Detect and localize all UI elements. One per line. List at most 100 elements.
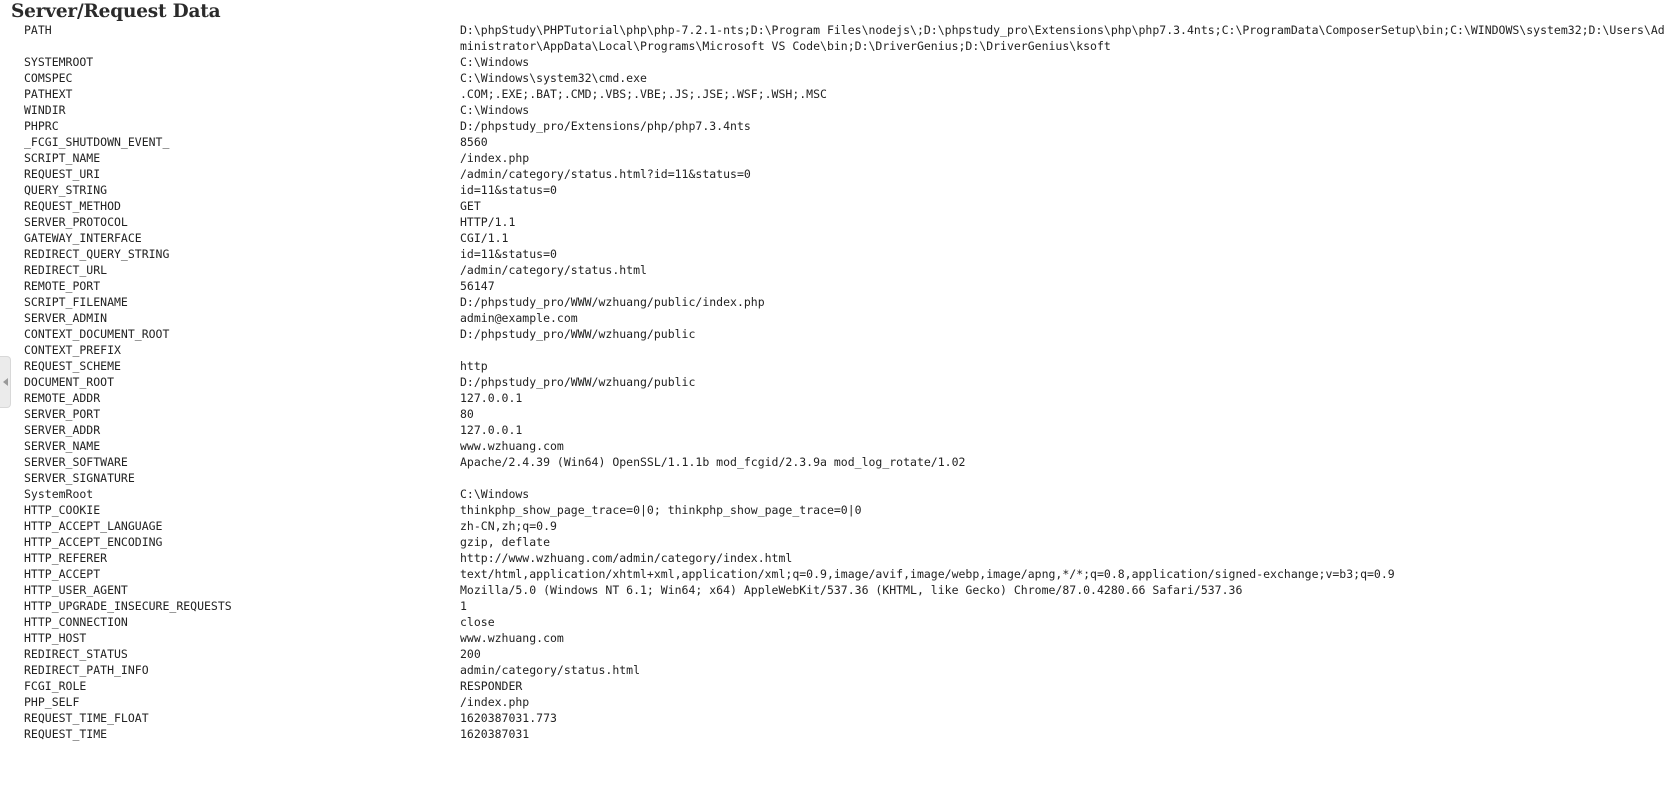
- server-var-value: http://www.wzhuang.com/admin/category/in…: [460, 551, 793, 565]
- table-row: SERVER_ADMIN admin@example.com: [0, 310, 1669, 326]
- server-var-key: SERVER_PROTOCOL: [24, 215, 128, 229]
- server-var-key: _FCGI_SHUTDOWN_EVENT_: [24, 135, 170, 149]
- server-var-value: 1620387031.773: [460, 711, 557, 725]
- server-var-key: WINDIR: [24, 103, 66, 117]
- server-var-value: id=11&status=0: [460, 247, 557, 261]
- server-var-key: COMSPEC: [24, 71, 73, 85]
- table-row: FCGI_ROLE RESPONDER: [0, 678, 1669, 694]
- server-var-value: http: [460, 359, 488, 373]
- server-var-key: SERVER_SIGNATURE: [24, 471, 135, 485]
- table-row: REMOTE_PORT 56147: [0, 278, 1669, 294]
- server-var-key: REMOTE_ADDR: [24, 391, 101, 405]
- server-var-key: REDIRECT_URL: [24, 263, 108, 277]
- table-row: SCRIPT_FILENAME D:/phpstudy_pro/WWW/wzhua…: [0, 294, 1669, 310]
- server-var-key: HTTP_COOKIE: [24, 503, 101, 517]
- server-var-value: D:/phpstudy_pro/WWW/wzhuang/public/index…: [460, 295, 765, 309]
- server-var-value: Apache/2.4.39 (Win64) OpenSSL/1.1.1b mod…: [460, 455, 966, 469]
- table-row: PATH D:\phpStudy\PHPTutorial\php\php-7.2.…: [0, 22, 1669, 54]
- server-var-key: REMOTE_PORT: [24, 279, 101, 293]
- server-var-value: www.wzhuang.com: [460, 439, 564, 453]
- server-var-value: D:/phpstudy_pro/WWW/wzhuang/public: [460, 375, 696, 389]
- table-row: REQUEST_TIME_FLOAT 1620387031.773: [0, 710, 1669, 726]
- table-row: SYSTEMROOT C:\Windows: [0, 54, 1669, 70]
- server-var-key: SYSTEMROOT: [24, 55, 94, 69]
- collapse-panel-toggle[interactable]: [0, 356, 11, 408]
- server-var-key: REQUEST_SCHEME: [24, 359, 121, 373]
- server-var-key: GATEWAY_INTERFACE: [24, 231, 142, 245]
- server-var-key: HTTP_USER_AGENT: [24, 583, 128, 597]
- table-row: HTTP_ACCEPT text/html,application/xhtml+x…: [0, 566, 1669, 582]
- table-row: REQUEST_TIME 1620387031: [0, 726, 1669, 742]
- table-row: REQUEST_METHOD GET: [0, 198, 1669, 214]
- table-row: CONTEXT_DOCUMENT_ROOT D:/phpstudy_pro/WWW…: [0, 326, 1669, 342]
- server-var-value: text/html,application/xhtml+xml,applicat…: [460, 567, 1395, 581]
- server-var-key: PATH: [24, 23, 52, 37]
- server-var-key: HTTP_ACCEPT: [24, 567, 101, 581]
- server-var-value: 1620387031: [460, 727, 530, 741]
- server-var-value: /admin/category/status.html: [460, 263, 647, 277]
- chevron-left-icon: [2, 378, 8, 386]
- table-row: SCRIPT_NAME/index.php: [0, 150, 1669, 166]
- table-row: _FCGI_SHUTDOWN_EVENT_ 8560: [0, 134, 1669, 150]
- server-var-value: gzip, deflate: [460, 535, 551, 549]
- table-row: HTTP_ACCEPT_ENCODING gzip, deflate: [0, 534, 1669, 550]
- page-title: Server/Request Data: [11, 1, 221, 22]
- server-var-value: /admin/category/status.html?id=11&status…: [460, 167, 751, 181]
- table-row: PHPRC D:/phpstudy_pro/Extensions/php/php7…: [0, 118, 1669, 134]
- server-var-value: C:\Windows: [460, 55, 530, 69]
- server-var-value: C:\Windows: [460, 103, 530, 117]
- table-row: SERVER_SOFTWARE Apache/2.4.39 (Win64) Ope…: [0, 454, 1669, 470]
- server-var-value: D:/phpstudy_pro/Extensions/php/php7.3.4n…: [460, 119, 751, 133]
- table-row: HTTP_USER_AGENT Mozilla/5.0 (Windows NT 6…: [0, 582, 1669, 598]
- table-row: SystemRoot C:\Windows: [0, 486, 1669, 502]
- table-row: GATEWAY_INTERFACE CGI/1.1: [0, 230, 1669, 246]
- server-var-value: .COM;.EXE;.BAT;.CMD;.VBS;.VBE;.JS;.JSE;.…: [460, 87, 827, 101]
- server-var-value: zh-CN,zh;q=0.9: [460, 519, 557, 533]
- server-var-key: SCRIPT_NAME: [24, 151, 101, 165]
- table-row: HTTP_COOKIE thinkphp_show_page_trace=0|0;…: [0, 502, 1669, 518]
- server-var-key: SERVER_PORT: [24, 407, 101, 421]
- table-row: SERVER_PORT 80: [0, 406, 1669, 422]
- table-row: PATHEXT .COM;.EXE;.BAT;.CMD;.VBS;.VBE;.JS…: [0, 86, 1669, 102]
- table-row: REQUEST_SCHEME http: [0, 358, 1669, 374]
- table-row: DOCUMENT_ROOT D:/phpstudy_pro/WWW/wzhuang…: [0, 374, 1669, 390]
- table-row: REDIRECT_STATUS 200: [0, 646, 1669, 662]
- server-var-key: PHP_SELF: [24, 695, 80, 709]
- server-var-value: admin/category/status.html: [460, 663, 641, 677]
- server-request-data-table: PATH D:\phpStudy\PHPTutorial\php\php-7.2.…: [0, 22, 1669, 742]
- server-var-key: HTTP_ACCEPT_LANGUAGE: [24, 519, 163, 533]
- server-var-key: REDIRECT_PATH_INFO: [24, 663, 149, 677]
- table-row: SERVER_ADDR 127.0.0.1: [0, 422, 1669, 438]
- server-var-value: RESPONDER: [460, 679, 523, 693]
- server-var-key: REQUEST_URI: [24, 167, 101, 181]
- table-row: REMOTE_ADDR 127.0.0.1: [0, 390, 1669, 406]
- server-var-key: SERVER_ADMIN: [24, 311, 108, 325]
- server-var-key: DOCUMENT_ROOT: [24, 375, 115, 389]
- table-row: HTTP_HOST www.wzhuang.com: [0, 630, 1669, 646]
- server-var-value: id=11&status=0: [460, 183, 557, 197]
- table-row: HTTP_CONNECTION close: [0, 614, 1669, 630]
- table-row: SERVER_SIGNATURE: [0, 470, 1669, 486]
- server-var-value: /index.php: [460, 695, 530, 709]
- server-var-value: 8560: [460, 135, 488, 149]
- table-row: HTTP_UPGRADE_INSECURE_REQUESTS 1: [0, 598, 1669, 614]
- server-var-value: 127.0.0.1: [460, 423, 523, 437]
- server-var-value: thinkphp_show_page_trace=0|0; thinkphp_s…: [460, 503, 862, 517]
- server-var-key: HTTP_ACCEPT_ENCODING: [24, 535, 163, 549]
- server-var-value: 1: [460, 599, 467, 613]
- server-var-key: SERVER_SOFTWARE: [24, 455, 128, 469]
- server-var-value: C:\Windows: [460, 487, 530, 501]
- server-var-value: 200: [460, 647, 481, 661]
- server-var-value: /index.php: [460, 151, 530, 165]
- table-row: HTTP_REFERER http://www.wzhuang.com/admin…: [0, 550, 1669, 566]
- server-var-key: PATHEXT: [24, 87, 73, 101]
- server-var-key: REDIRECT_STATUS: [24, 647, 128, 661]
- table-row: REDIRECT_PATH_INFO admin/category/status.…: [0, 662, 1669, 678]
- server-var-value: close: [460, 615, 495, 629]
- server-var-key: FCGI_ROLE: [24, 679, 87, 693]
- server-var-key: REDIRECT_QUERY_STRING: [24, 247, 170, 261]
- server-var-value: C:\Windows\system32\cmd.exe: [460, 71, 647, 85]
- server-var-value: D:\phpStudy\PHPTutorial\php\php-7.2.1-nt…: [460, 23, 1665, 53]
- server-var-key: CONTEXT_PREFIX: [24, 343, 121, 357]
- server-var-value: 56147: [460, 279, 495, 293]
